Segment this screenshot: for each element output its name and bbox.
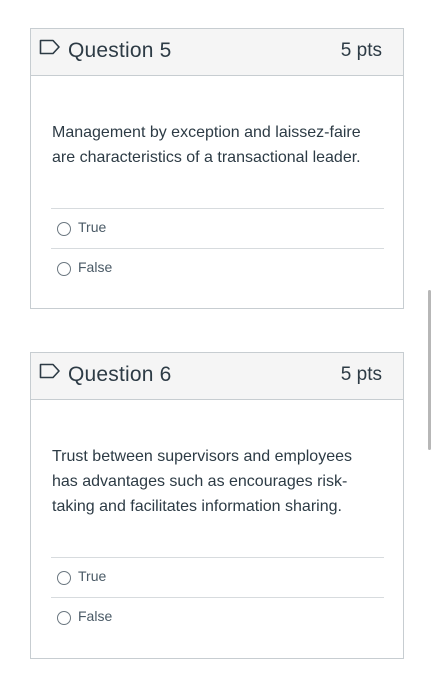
answer-option-false[interactable]: False <box>51 248 384 288</box>
radio-button-icon[interactable] <box>57 262 71 276</box>
question-header: Question 6 5 pts <box>31 353 403 400</box>
question-header: Question 5 5 pts <box>31 29 403 76</box>
question-points: 5 pts <box>340 364 382 385</box>
answer-label: False <box>78 608 113 624</box>
answer-option-false[interactable]: False <box>51 597 384 637</box>
answer-option-true[interactable]: True <box>51 557 384 597</box>
question-text: Management by exception and laissez-fair… <box>52 124 361 166</box>
answer-option-true[interactable]: True <box>51 208 384 248</box>
radio-button-icon[interactable] <box>57 571 71 585</box>
answer-label: True <box>78 568 107 584</box>
question-points: 5 pts <box>340 40 382 61</box>
flag-question-icon[interactable] <box>39 363 61 379</box>
question-card-5: Question 5 5 pts Management by exception… <box>30 28 404 309</box>
flag-question-icon[interactable] <box>39 39 61 55</box>
question-title: Question 6 <box>68 363 172 386</box>
question-card-6: Question 6 5 pts Trust between superviso… <box>30 352 404 659</box>
radio-button-icon[interactable] <box>57 611 71 625</box>
radio-button-icon[interactable] <box>57 222 71 236</box>
answer-label: False <box>78 259 113 275</box>
question-title: Question 5 <box>68 39 172 62</box>
scrollbar[interactable] <box>428 290 431 450</box>
question-text: Trust between supervisors and employees … <box>52 448 352 515</box>
answer-label: True <box>78 219 107 235</box>
